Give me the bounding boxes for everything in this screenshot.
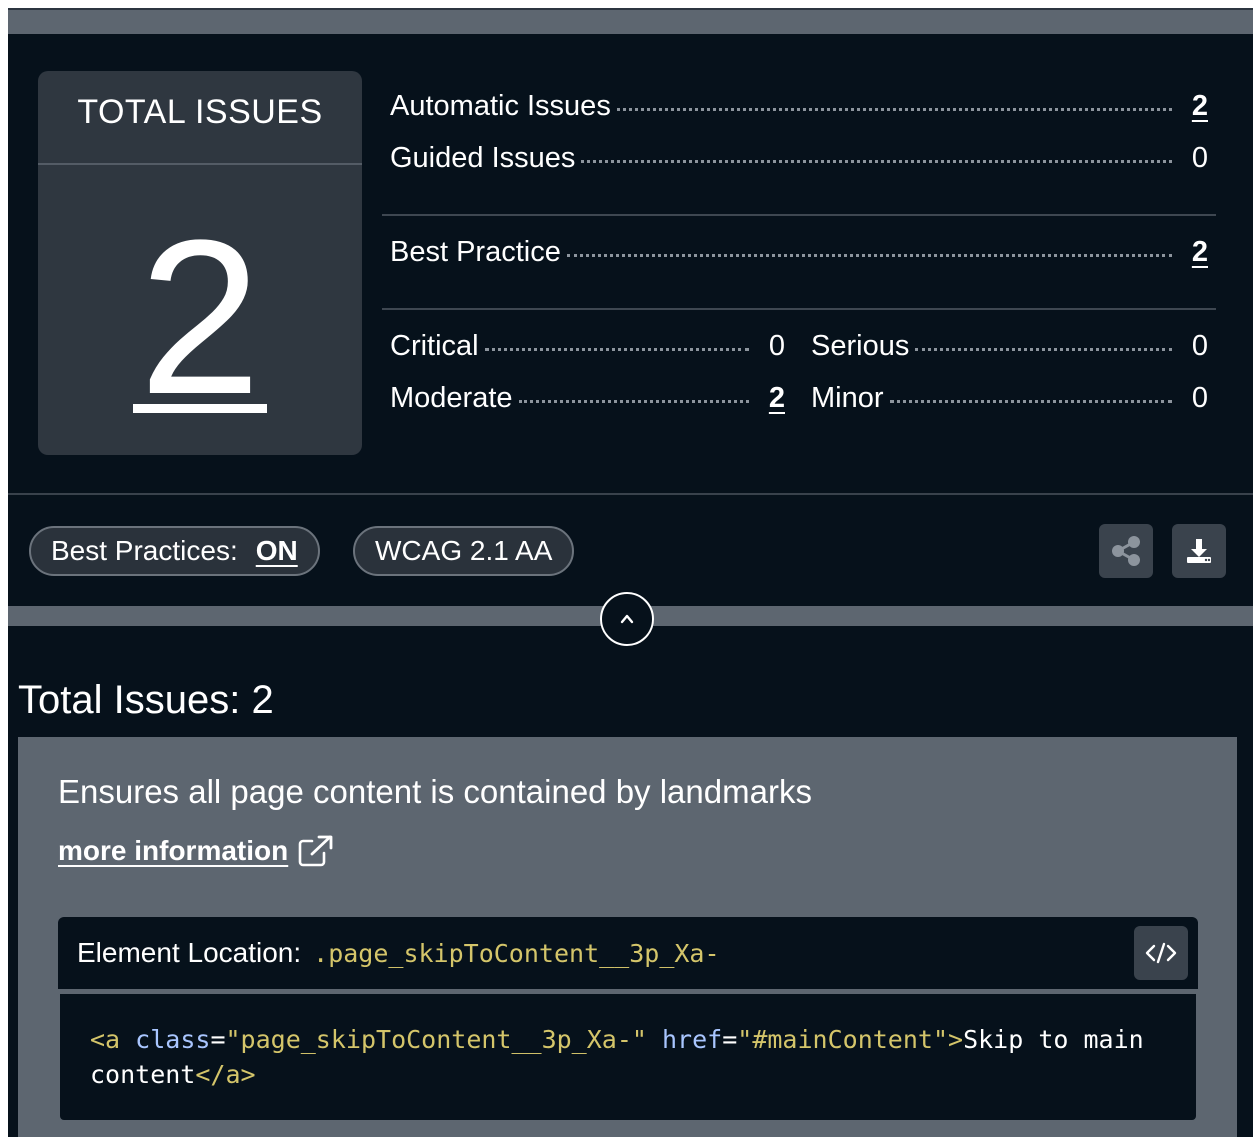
wcag-standard-button[interactable]: WCAG 2.1 AA <box>353 526 575 576</box>
critical-value: 0 <box>768 330 785 362</box>
automatic-issues-row: Automatic Issues 2 <box>382 90 1216 142</box>
total-issues-label: TOTAL ISSUES <box>38 71 362 165</box>
critical-label: Critical <box>390 330 479 362</box>
best-practice-value[interactable]: 2 <box>1186 236 1208 269</box>
element-selector: .page_skipToContent__3p_Xa- <box>313 938 720 968</box>
divider <box>382 308 1216 310</box>
accessibility-report-panel: TOTAL ISSUES 2 Automatic Issues 2 Guided… <box>8 8 1253 1137</box>
minor-value: 0 <box>1191 382 1208 414</box>
chevron-up-icon <box>620 614 634 624</box>
moderate-value[interactable]: 2 <box>763 382 785 415</box>
wcag-standard-label: WCAG 2.1 AA <box>375 535 553 566</box>
code-attr-href-value: "#mainContent" <box>737 1025 948 1054</box>
minor-row: Minor 0 <box>799 382 1216 434</box>
total-issues-heading: Total Issues: 2 <box>18 678 274 722</box>
serious-row: Serious 0 <box>799 330 1216 382</box>
guided-issues-label: Guided Issues <box>390 142 576 174</box>
code-attr-class: class <box>135 1025 211 1054</box>
issue-breakdown: Automatic Issues 2 Guided Issues 0 Best … <box>382 90 1216 434</box>
severity-row-2: Moderate 2 Minor 0 <box>382 382 1216 434</box>
leader-dots <box>581 160 1172 163</box>
issue-card: Ensures all page content is contained by… <box>18 737 1237 1137</box>
severity-row-1: Critical 0 Serious 0 <box>382 330 1216 382</box>
element-location-bar: Element Location: .page_skipToContent__3… <box>58 917 1198 989</box>
critical-row: Critical 0 <box>382 330 799 382</box>
section-divider <box>8 493 1253 495</box>
best-practices-toggle[interactable]: Best Practices: ON <box>29 526 320 576</box>
total-issues-card: TOTAL ISSUES 2 <box>38 71 362 455</box>
leader-dots <box>518 400 749 403</box>
element-location-label: Element Location: <box>77 937 302 968</box>
code-icon <box>1145 942 1177 964</box>
best-practice-label: Best Practice <box>390 236 561 268</box>
code-open-tag-end: > <box>948 1025 964 1054</box>
moderate-label: Moderate <box>390 382 513 414</box>
automatic-issues-label: Automatic Issues <box>390 90 611 122</box>
serious-value: 0 <box>1191 330 1208 362</box>
leader-dots <box>889 400 1172 403</box>
total-issues-count: 2 <box>38 207 362 427</box>
share-button[interactable] <box>1099 524 1153 578</box>
collapse-summary-button[interactable] <box>600 592 654 646</box>
leader-dots <box>915 348 1172 351</box>
code-open-tag-start: <a <box>90 1025 121 1054</box>
issue-description: Ensures all page content is contained by… <box>58 773 812 810</box>
serious-label: Serious <box>811 330 910 362</box>
moderate-row: Moderate 2 <box>382 382 799 434</box>
guided-issues-row: Guided Issues 0 <box>382 142 1216 194</box>
external-link-icon <box>298 835 333 867</box>
element-source-code: <a class="page_skipToContent__3p_Xa-" hr… <box>60 994 1196 1120</box>
total-issues-link[interactable]: 2 <box>132 207 268 427</box>
export-button[interactable] <box>1172 524 1226 578</box>
code-attr-class-value: "page_skipToContent__3p_Xa-" <box>225 1025 647 1054</box>
top-divider-bar <box>8 10 1253 34</box>
share-icon <box>1112 536 1140 566</box>
download-icon <box>1187 539 1211 563</box>
leader-dots <box>616 108 1172 111</box>
more-information-label: more information <box>58 835 289 866</box>
view-source-button[interactable] <box>1134 926 1188 980</box>
more-information-link[interactable]: more information <box>58 835 334 867</box>
code-attr-href: href <box>662 1025 723 1054</box>
guided-issues-value: 0 <box>1191 142 1208 174</box>
divider <box>382 214 1216 216</box>
code-close-tag: </a> <box>195 1060 256 1089</box>
automatic-issues-value[interactable]: 2 <box>1186 90 1208 123</box>
best-practices-label: Best Practices: <box>51 535 238 566</box>
minor-label: Minor <box>811 382 884 414</box>
leader-dots <box>484 348 749 351</box>
best-practice-row: Best Practice 2 <box>382 236 1216 288</box>
code-equals: = <box>722 1025 738 1054</box>
code-equals: = <box>210 1025 226 1054</box>
best-practices-state: ON <box>255 535 298 566</box>
leader-dots <box>566 254 1172 257</box>
